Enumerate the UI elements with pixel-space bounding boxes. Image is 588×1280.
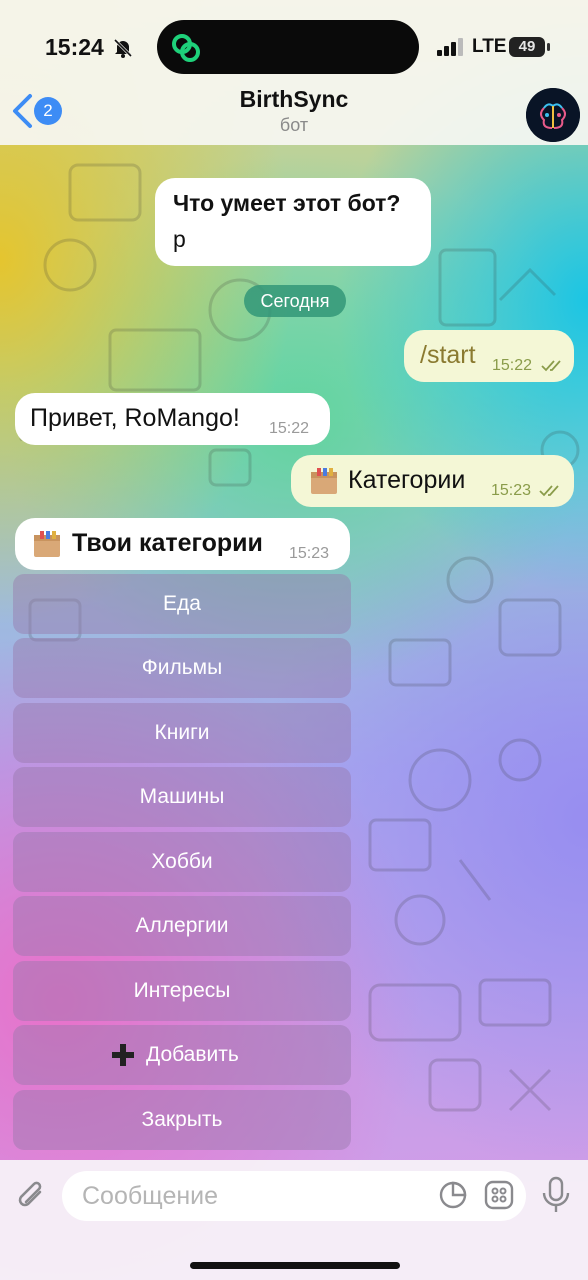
bot-description-text: р xyxy=(173,226,186,252)
chain-link-icon xyxy=(172,34,200,62)
keyboard-button-add-label: Добавить xyxy=(146,1043,239,1066)
message-time: 15:22 xyxy=(269,420,310,437)
bot-avatar[interactable] xyxy=(526,88,580,142)
bell-slash-icon xyxy=(113,38,133,58)
bot-description-bubble: Что умеет этот бот? р xyxy=(155,178,431,266)
home-indicator xyxy=(190,1262,400,1269)
message-text: Твои категории xyxy=(72,529,263,557)
double-check-icon xyxy=(539,485,559,497)
message-time: 15:22 xyxy=(492,357,533,374)
message-text: /start xyxy=(420,341,476,369)
battery-tip xyxy=(547,43,550,51)
message-out-categories[interactable]: Категории 15:23 xyxy=(291,455,574,507)
message-text: Категории xyxy=(348,466,466,494)
box-emoji-icon xyxy=(311,468,337,494)
sticker-icon[interactable] xyxy=(438,1180,468,1210)
microphone-icon[interactable] xyxy=(540,1176,572,1214)
message-in-greeting[interactable]: Привет, RoMango! 15:22 xyxy=(15,393,330,445)
box-emoji-icon xyxy=(34,531,60,557)
keyboard-button-movies[interactable]: Фильмы xyxy=(13,638,351,698)
signal-icon xyxy=(437,38,463,56)
keyboard-button-hobby[interactable]: Хобби xyxy=(13,832,351,892)
message-in-your-categories[interactable]: Твои категории 15:23 xyxy=(15,518,350,570)
bot-description-title: Что умеет этот бот? xyxy=(173,190,401,216)
message-time: 15:23 xyxy=(491,482,532,499)
keyboard-button-books[interactable]: Книги xyxy=(13,703,351,763)
battery-icon: 49 xyxy=(509,37,545,57)
battery-level: 49 xyxy=(518,38,536,55)
plus-icon xyxy=(112,1044,134,1066)
grid-icon[interactable] xyxy=(484,1180,514,1210)
message-time: 15:23 xyxy=(289,545,330,562)
date-separator: Сегодня xyxy=(244,285,346,317)
keyboard-button-interests[interactable]: Интересы xyxy=(13,961,351,1021)
message-text: Привет, RoMango! xyxy=(30,404,240,432)
paperclip-icon[interactable] xyxy=(14,1178,50,1214)
chat-subtitle: бот xyxy=(279,115,309,135)
message-input-placeholder: Сообщение xyxy=(82,1182,219,1210)
chat-title[interactable]: BirthSync xyxy=(0,86,588,113)
status-time: 15:24 xyxy=(45,34,104,60)
message-out-start[interactable]: /start 15:22 xyxy=(404,330,574,382)
keyboard-button-cars[interactable]: Машины xyxy=(13,767,351,827)
keyboard-button-allergies[interactable]: Аллергии xyxy=(13,896,351,956)
keyboard-button-food[interactable]: Еда xyxy=(13,574,351,634)
keyboard-button-close[interactable]: Закрыть xyxy=(13,1090,351,1150)
brain-logo-icon xyxy=(526,88,580,142)
keyboard-button-add[interactable]: Добавить xyxy=(13,1025,351,1085)
double-check-icon xyxy=(541,360,561,372)
chat-screen: 15:24 LTE 49 2 BirthSync бот Что умеет э… xyxy=(0,0,588,1280)
network-type: LTE xyxy=(472,36,507,57)
